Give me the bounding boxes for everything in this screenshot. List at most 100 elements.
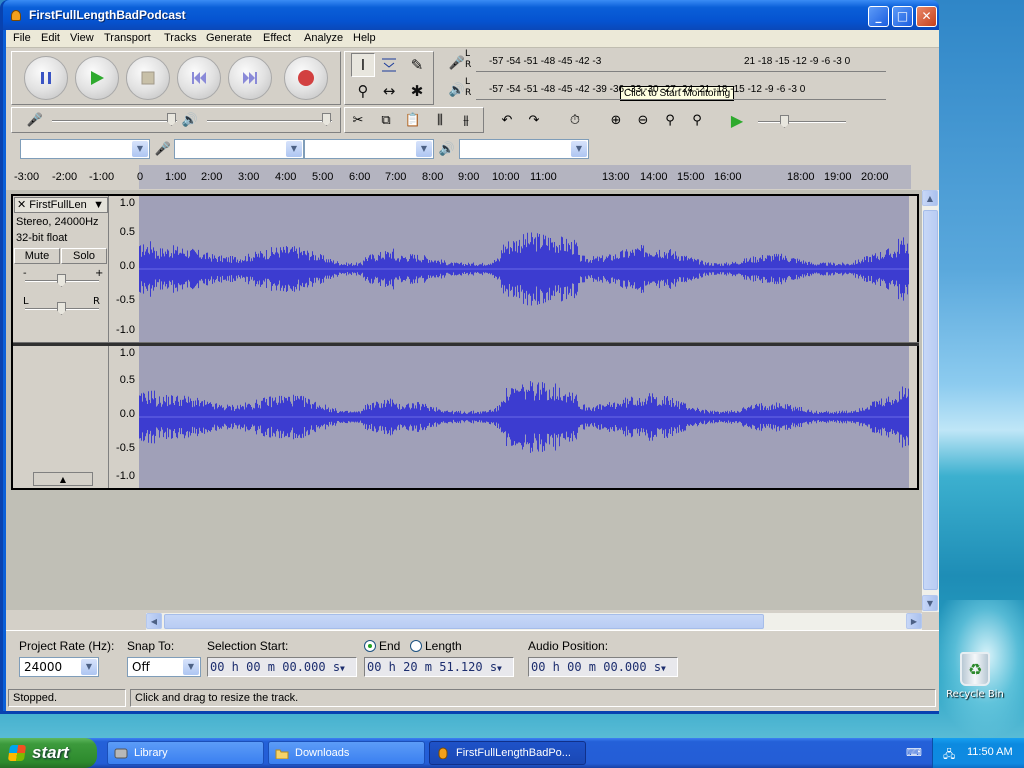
skip-end-button[interactable] bbox=[228, 56, 272, 100]
menu-help[interactable]: Help bbox=[353, 32, 376, 44]
record-meter[interactable]: -57 -54 -51 -48 -45 -42 -3 21 -18 -15 -1… bbox=[476, 52, 886, 76]
minimize-button[interactable]: _ bbox=[868, 6, 889, 27]
menu-generate[interactable]: Generate bbox=[206, 32, 252, 44]
copy-icon[interactable]: ⧉ bbox=[375, 109, 397, 131]
track-name-menu[interactable]: ✕ FirstFullLen ▼ bbox=[14, 197, 108, 213]
ruler-label: 16:00 bbox=[714, 171, 742, 183]
pause-icon bbox=[41, 72, 51, 84]
silence-icon[interactable]: ⫵ bbox=[455, 109, 477, 131]
envelope-tool-icon[interactable] bbox=[377, 53, 401, 77]
end-label: End bbox=[379, 639, 401, 653]
close-button[interactable]: ✕ bbox=[916, 6, 937, 27]
output-volume-slider[interactable] bbox=[322, 113, 331, 126]
fit-selection-icon[interactable]: ⚲ bbox=[659, 109, 681, 131]
menu-analyze[interactable]: Analyze bbox=[304, 32, 343, 44]
collapse-track-button[interactable]: ▲ bbox=[33, 472, 93, 486]
undo-icon[interactable]: ↶ bbox=[496, 109, 518, 131]
menu-effect[interactable]: Effect bbox=[263, 32, 291, 44]
zoom-in-icon[interactable]: ⊕ bbox=[605, 109, 627, 131]
snap-to-select[interactable]: Off ▼ bbox=[127, 657, 201, 677]
zoom-out-icon[interactable]: ⊖ bbox=[632, 109, 654, 131]
scroll-right-icon[interactable]: ▶ bbox=[906, 613, 922, 629]
close-icon[interactable]: ✕ bbox=[17, 199, 26, 211]
title-bar[interactable]: FirstFullLengthBadPodcast _ □ ✕ bbox=[3, 0, 939, 30]
menu-file[interactable]: File bbox=[13, 32, 31, 44]
scroll-up-icon[interactable]: ▲ bbox=[922, 190, 938, 206]
zoom-tool-icon[interactable]: ⚲ bbox=[351, 79, 375, 103]
task-audacity[interactable]: FirstFullLengthBadPo... bbox=[429, 741, 586, 765]
chevron-down-icon: ▼ bbox=[183, 659, 199, 675]
input-channels-select[interactable]: ▼ bbox=[304, 139, 434, 159]
menu-edit[interactable]: Edit bbox=[41, 32, 60, 44]
input-volume-slider[interactable] bbox=[167, 113, 176, 126]
record-meter-bar bbox=[476, 71, 886, 74]
chevron-down-icon: ▼ bbox=[132, 141, 148, 157]
pan-left-label: L bbox=[23, 296, 29, 307]
waveform-right-channel[interactable] bbox=[139, 346, 909, 488]
waveform-left-svg bbox=[139, 232, 909, 306]
horizontal-scrollbar[interactable]: ◀ ▶ bbox=[146, 613, 922, 630]
menu-tracks[interactable]: Tracks bbox=[164, 32, 197, 44]
ruler-label: 7:00 bbox=[385, 171, 407, 183]
network-icon[interactable]: 🖧 bbox=[943, 746, 955, 765]
record-button[interactable] bbox=[284, 56, 328, 100]
scroll-left-icon[interactable]: ◀ bbox=[146, 613, 162, 629]
end-radio[interactable]: End bbox=[364, 639, 400, 653]
solo-button[interactable]: Solo bbox=[61, 248, 107, 264]
output-device-select[interactable]: ▼ bbox=[459, 139, 589, 159]
mute-button[interactable]: Mute bbox=[14, 248, 60, 264]
input-device-select[interactable]: ▼ bbox=[174, 139, 304, 159]
snap-to-value: Off bbox=[132, 660, 150, 674]
vertical-scrollbar[interactable]: ▲ ▼ bbox=[922, 190, 939, 612]
chevron-down-icon: ▼ bbox=[93, 199, 104, 211]
sync-lock-icon[interactable]: ⏱ bbox=[564, 109, 586, 131]
horizontal-scroll-thumb[interactable] bbox=[164, 614, 764, 629]
playback-meter[interactable]: -57 -54 -51 -48 -45 -42 -39 -36 -33 -30 … bbox=[476, 80, 886, 104]
play-at-speed-icon[interactable]: ▶ bbox=[726, 109, 748, 131]
vertical-scroll-thumb[interactable] bbox=[923, 210, 938, 590]
waveform-left-channel[interactable] bbox=[139, 196, 909, 342]
speed-slider[interactable] bbox=[780, 115, 789, 128]
recycle-bin-icon bbox=[960, 652, 990, 686]
selection-end-field[interactable]: 00 h 20 m 51.120 s▼ bbox=[364, 657, 514, 677]
ruler-label: -3:00 bbox=[14, 171, 40, 183]
recycle-bin[interactable]: Recycle Bin bbox=[944, 652, 1006, 700]
timeline-ruler[interactable]: -3:00 -2:00 -1:00 0 1:00 2:00 3:00 4:00 … bbox=[6, 165, 939, 189]
stop-button[interactable] bbox=[126, 56, 170, 100]
task-downloads[interactable]: Downloads bbox=[268, 741, 425, 765]
skip-start-button[interactable] bbox=[177, 56, 221, 100]
draw-tool-icon[interactable]: ✎ bbox=[405, 53, 429, 77]
clock[interactable]: 11:50 AM bbox=[967, 746, 1013, 758]
selection-tool-icon[interactable]: Ⅰ bbox=[351, 53, 375, 77]
timeshift-tool-icon[interactable]: ↔ bbox=[377, 79, 401, 103]
audio-position-field[interactable]: 00 h 00 m 00.000 s▼ bbox=[528, 657, 678, 677]
input-volume-track bbox=[52, 120, 177, 122]
ruler-label: 14:00 bbox=[640, 171, 668, 183]
paste-icon[interactable]: 📋 bbox=[402, 109, 424, 131]
ruler-label: 18:00 bbox=[787, 171, 815, 183]
gain-slider[interactable] bbox=[57, 274, 66, 287]
fit-project-icon[interactable]: ⚲ bbox=[686, 109, 708, 131]
menu-transport[interactable]: Transport bbox=[104, 32, 151, 44]
pause-button[interactable] bbox=[24, 56, 68, 100]
host-select[interactable]: ▼ bbox=[20, 139, 150, 159]
task-library[interactable]: Library bbox=[107, 741, 264, 765]
maximize-button[interactable]: □ bbox=[892, 6, 913, 27]
menu-view[interactable]: View bbox=[70, 32, 94, 44]
multi-tool-icon[interactable]: ✱ bbox=[405, 79, 429, 103]
selection-start-field[interactable]: 00 h 00 m 00.000 s▼ bbox=[207, 657, 357, 677]
task-library-label: Library bbox=[134, 747, 168, 759]
trim-icon[interactable]: ⫼ bbox=[429, 109, 451, 131]
selection-start-label: Selection Start: bbox=[207, 639, 289, 653]
chevron-down-icon: ▼ bbox=[286, 141, 302, 157]
scroll-down-icon[interactable]: ▼ bbox=[922, 595, 938, 611]
cut-icon[interactable]: ✂ bbox=[347, 109, 369, 131]
keyboard-icon[interactable]: ⌨ bbox=[906, 746, 922, 759]
start-button[interactable]: start bbox=[0, 738, 97, 768]
play-button[interactable] bbox=[75, 56, 119, 100]
length-radio[interactable]: Length bbox=[410, 639, 462, 653]
scale-label: -1.0 bbox=[116, 470, 135, 482]
project-rate-select[interactable]: 24000 ▼ bbox=[19, 657, 99, 677]
redo-icon[interactable]: ↷ bbox=[523, 109, 545, 131]
pan-slider[interactable] bbox=[57, 302, 66, 315]
